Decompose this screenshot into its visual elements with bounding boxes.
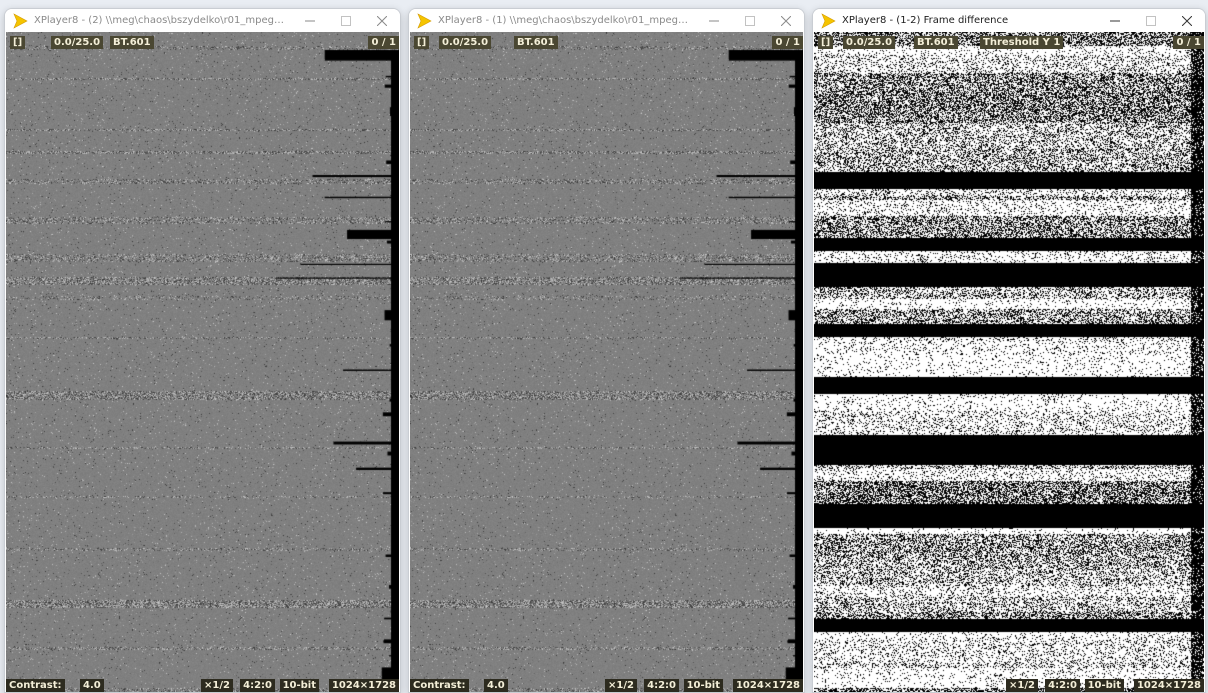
chroma-readout: 4:2:0 xyxy=(1045,679,1080,692)
title-bar[interactable]: XPlayer8 - (1-2) Frame difference xyxy=(813,9,1205,32)
window-title: XPlayer8 - (1) \\meg\chaos\bszydelko\r01… xyxy=(438,15,696,26)
colorspace-readout: BT.601 xyxy=(110,36,154,49)
minimize-button[interactable] xyxy=(696,9,732,32)
minimize-icon xyxy=(709,20,719,21)
difference-view[interactable]: [] 0.0/25.0 BT.601 Threshold Y 1 0 / 1 ×… xyxy=(814,32,1204,692)
frame-counter: 0 / 1 xyxy=(368,36,399,49)
player-window-2[interactable]: XPlayer8 - (2) \\meg\chaos\bszydelko\r01… xyxy=(4,8,401,693)
chroma-readout: 4:2:0 xyxy=(644,679,679,692)
scale-readout: ×1/2 xyxy=(201,679,233,692)
difference-canvas xyxy=(814,32,1204,692)
xplayer-play-icon xyxy=(417,12,432,29)
minimize-icon xyxy=(1110,20,1120,21)
resolution-readout: 1024×1728 xyxy=(732,679,803,692)
time-readout: 0.0/25.0 xyxy=(439,36,492,49)
time-readout: 0.0/25.0 xyxy=(51,36,104,49)
frame-canvas xyxy=(6,32,399,692)
title-bar[interactable]: XPlayer8 - (2) \\meg\chaos\bszydelko\r01… xyxy=(5,9,400,32)
close-icon xyxy=(1182,15,1192,26)
pause-indicator: [] xyxy=(818,36,834,49)
contrast-value: 4.0 xyxy=(80,679,104,692)
resolution-readout: 1024×1728 xyxy=(328,679,399,692)
player-window-1[interactable]: XPlayer8 - (1) \\meg\chaos\bszydelko\r01… xyxy=(408,8,805,693)
minimize-icon xyxy=(305,20,315,21)
maximize-icon xyxy=(1146,15,1156,26)
frame-difference-window[interactable]: XPlayer8 - (1-2) Frame difference [] 0.0… xyxy=(812,8,1206,693)
close-icon xyxy=(781,15,791,26)
window-title: XPlayer8 - (1-2) Frame difference xyxy=(842,15,1009,26)
maximize-button[interactable] xyxy=(328,9,364,32)
bitdepth-readout: 10-bit xyxy=(1084,679,1124,692)
bitdepth-readout: 10-bit xyxy=(279,679,319,692)
xplayer-play-icon xyxy=(13,12,28,29)
contrast-label: Contrast: xyxy=(6,679,65,692)
chroma-readout: 4:2:0 xyxy=(240,679,275,692)
threshold-readout: Threshold Y 1 xyxy=(980,36,1064,49)
xplayer-play-icon xyxy=(821,12,836,29)
contrast-value: 4.0 xyxy=(484,679,508,692)
maximize-icon xyxy=(745,15,755,26)
colorspace-readout: BT.601 xyxy=(914,36,958,49)
video-frame-view[interactable]: [] 0.0/25.0 BT.601 0 / 1 Contrast: 4.0 ×… xyxy=(410,32,803,692)
close-icon xyxy=(377,15,387,26)
close-button[interactable] xyxy=(1169,9,1205,32)
minimize-button[interactable] xyxy=(1097,9,1133,32)
title-bar[interactable]: XPlayer8 - (1) \\meg\chaos\bszydelko\r01… xyxy=(409,9,804,32)
close-button[interactable] xyxy=(364,9,400,32)
video-frame-view[interactable]: [] 0.0/25.0 BT.601 0 / 1 Contrast: 4.0 ×… xyxy=(6,32,399,692)
minimize-button[interactable] xyxy=(292,9,328,32)
scale-readout: ×1/2 xyxy=(1006,679,1038,692)
frame-canvas xyxy=(410,32,803,692)
scale-readout: ×1/2 xyxy=(605,679,637,692)
maximize-button[interactable] xyxy=(732,9,768,32)
colorspace-readout: BT.601 xyxy=(514,36,558,49)
close-button[interactable] xyxy=(768,9,804,32)
contrast-label: Contrast: xyxy=(410,679,469,692)
resolution-readout: 1024×1728 xyxy=(1133,679,1204,692)
maximize-button[interactable] xyxy=(1133,9,1169,32)
maximize-icon xyxy=(341,15,351,26)
window-title: XPlayer8 - (2) \\meg\chaos\bszydelko\r01… xyxy=(34,15,292,26)
time-readout: 0.0/25.0 xyxy=(843,36,896,49)
frame-counter: 0 / 1 xyxy=(1173,36,1204,49)
frame-counter: 0 / 1 xyxy=(772,36,803,49)
pause-indicator: [] xyxy=(10,36,26,49)
pause-indicator: [] xyxy=(414,36,430,49)
bitdepth-readout: 10-bit xyxy=(683,679,723,692)
